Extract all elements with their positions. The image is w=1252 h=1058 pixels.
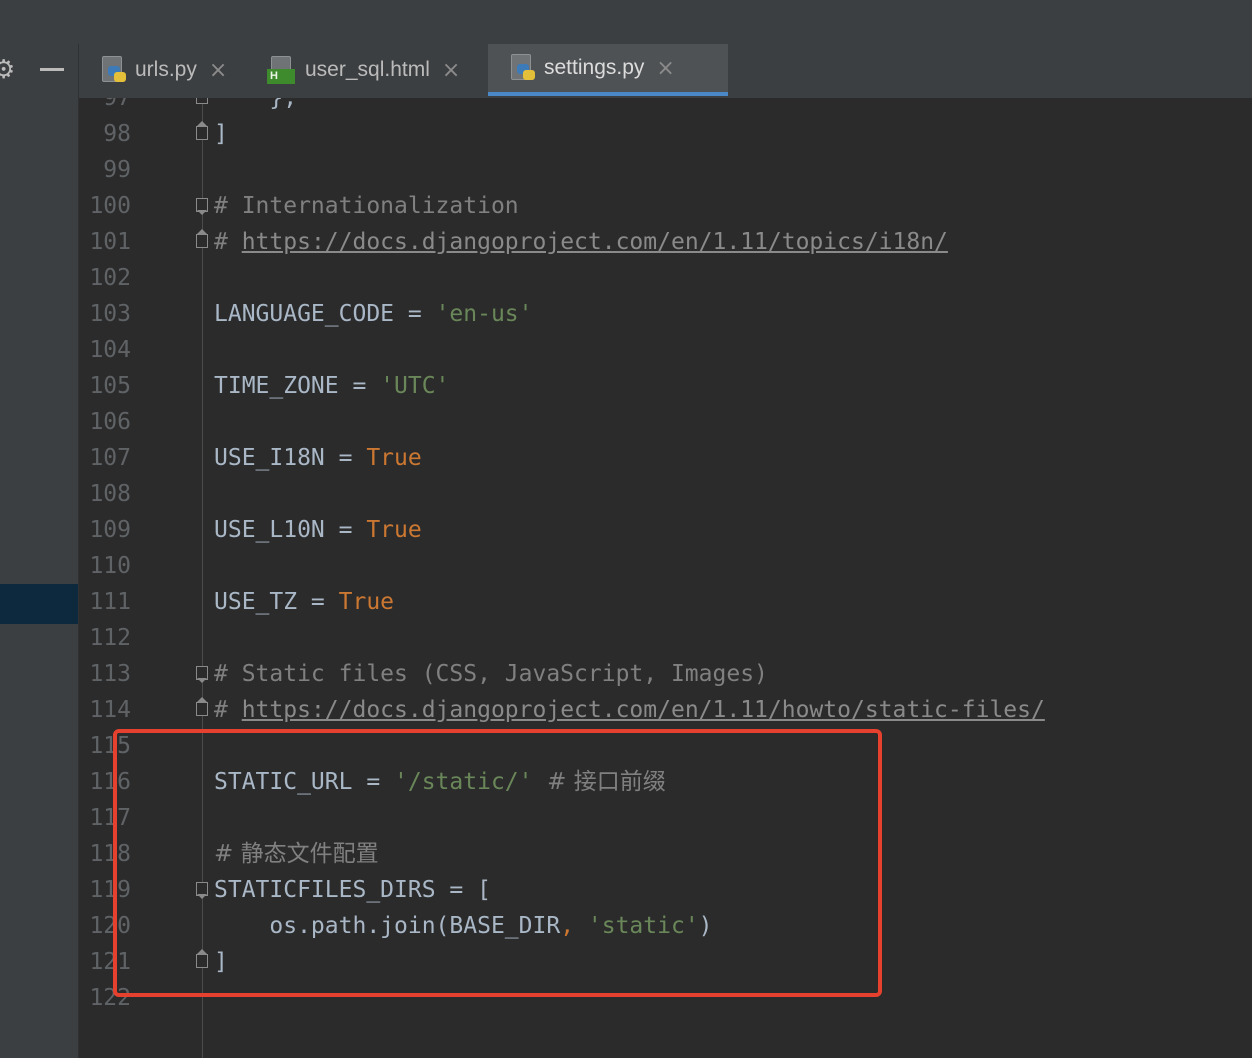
fold-marker-icon[interactable]: [196, 121, 208, 142]
code-text: },: [214, 98, 297, 116]
code-line[interactable]: 103 LANGUAGE_CODE = 'en-us': [79, 296, 1252, 332]
tab-user-sql-html[interactable]: H user_sql.html ×: [245, 44, 510, 96]
code-line[interactable]: 109 USE_L10N = True: [79, 512, 1252, 548]
python-file-icon: [101, 56, 127, 84]
fold-marker-icon[interactable]: [196, 198, 208, 215]
fold-marker-icon[interactable]: [196, 666, 208, 683]
code-line[interactable]: 114 # https://docs.djangoproject.com/en/1…: [79, 692, 1252, 728]
code-line[interactable]: 106: [79, 404, 1252, 440]
code-line[interactable]: 98]: [79, 116, 1252, 152]
close-icon[interactable]: ×: [656, 56, 674, 81]
code-token: ]: [214, 121, 228, 147]
code-token: 'UTC': [380, 373, 450, 399]
line-number: 102: [89, 265, 131, 291]
code-line[interactable]: 105 TIME_ZONE = 'UTC': [79, 368, 1252, 404]
code-line[interactable]: 100 # Internationalization: [79, 188, 1252, 224]
tab-label: user_sql.html: [305, 58, 430, 81]
annotation-highlight-box: [113, 729, 882, 997]
code-line[interactable]: 113 # Static files (CSS, JavaScript, Imag…: [79, 656, 1252, 692]
code-text: ]: [214, 116, 228, 152]
line-number: 101: [89, 229, 131, 255]
close-icon[interactable]: ×: [442, 58, 460, 83]
fold-marker-icon[interactable]: [196, 229, 208, 250]
fold-marker-icon[interactable]: [196, 98, 208, 106]
line-number: 105: [89, 373, 131, 399]
code-token: True: [366, 517, 422, 543]
line-number: 106: [89, 409, 131, 435]
line-number: 111: [89, 589, 131, 615]
code-line[interactable]: 110: [79, 548, 1252, 584]
line-number: 98: [103, 121, 131, 147]
code-line[interactable]: 108: [79, 476, 1252, 512]
gear-icon[interactable]: ⚙: [0, 55, 15, 85]
tab-urls-py[interactable]: urls.py ×: [79, 44, 267, 96]
code-token: },: [214, 98, 298, 111]
code-line[interactable]: 97 },: [79, 98, 1252, 116]
tab-label: urls.py: [135, 58, 197, 81]
line-number: 107: [89, 445, 131, 471]
line-number: 99: [103, 157, 131, 183]
code-token: USE_I18N =: [214, 445, 367, 471]
code-line[interactable]: 101 # https://docs.djangoproject.com/en/1…: [79, 224, 1252, 260]
code-text: # Internationalization: [214, 188, 519, 224]
project-tool-strip: [0, 44, 79, 1058]
collapse-minus-icon[interactable]: [40, 68, 64, 71]
line-number: 104: [89, 337, 131, 363]
python-file-icon: [510, 54, 536, 82]
code-line[interactable]: 111 USE_TZ = True: [79, 584, 1252, 620]
close-icon[interactable]: ×: [209, 58, 227, 83]
code-line[interactable]: 104: [79, 332, 1252, 368]
code-token: TIME_ZONE =: [214, 373, 381, 399]
code-token: # Internationalization: [214, 193, 519, 219]
code-text: # https://docs.djangoproject.com/en/1.11…: [214, 692, 1045, 728]
tab-label: settings.py: [544, 56, 645, 79]
code-text: # https://docs.djangoproject.com/en/1.11…: [214, 224, 948, 260]
code-token: True: [366, 445, 422, 471]
line-number: 97: [103, 98, 131, 111]
code-token[interactable]: https://docs.djangoproject.com/en/1.11/t…: [242, 229, 948, 255]
code-line[interactable]: 102: [79, 260, 1252, 296]
code-text: USE_TZ = True: [214, 584, 394, 620]
code-token[interactable]: https://docs.djangoproject.com/en/1.11/h…: [242, 697, 1045, 723]
code-token: USE_TZ =: [214, 589, 339, 615]
code-token: True: [338, 589, 395, 615]
code-line[interactable]: 112: [79, 620, 1252, 656]
code-text: LANGUAGE_CODE = 'en-us': [214, 296, 533, 332]
editor-tab-bar: urls.py × H user_sql.html × settings.py …: [79, 44, 1252, 99]
line-number: 113: [89, 661, 131, 687]
line-number: 110: [89, 553, 131, 579]
selected-tree-row[interactable]: [0, 584, 78, 624]
line-number: 100: [89, 193, 131, 219]
window-title-bar: [0, 0, 1252, 45]
code-text: USE_L10N = True: [214, 512, 422, 548]
code-token: 'en-us': [435, 301, 533, 327]
code-token: # Static files (CSS, JavaScript, Images): [214, 661, 768, 687]
code-text: TIME_ZONE = 'UTC': [214, 368, 449, 404]
code-text: USE_I18N = True: [214, 440, 422, 476]
tab-settings-py[interactable]: settings.py ×: [488, 44, 728, 96]
html-file-icon: H: [267, 56, 297, 84]
code-token: LANGUAGE_CODE =: [214, 301, 436, 327]
code-line[interactable]: 107 USE_I18N = True: [79, 440, 1252, 476]
line-number: 114: [89, 697, 131, 723]
line-number: 108: [89, 481, 131, 507]
line-number: 112: [89, 625, 131, 651]
code-text: # Static files (CSS, JavaScript, Images): [214, 656, 768, 692]
line-number: 109: [89, 517, 131, 543]
code-token: #: [214, 697, 242, 723]
line-number: 103: [89, 301, 131, 327]
code-token: USE_L10N =: [214, 517, 367, 543]
fold-marker-icon[interactable]: [196, 697, 208, 718]
code-token: #: [214, 229, 242, 255]
code-line[interactable]: 99: [79, 152, 1252, 188]
